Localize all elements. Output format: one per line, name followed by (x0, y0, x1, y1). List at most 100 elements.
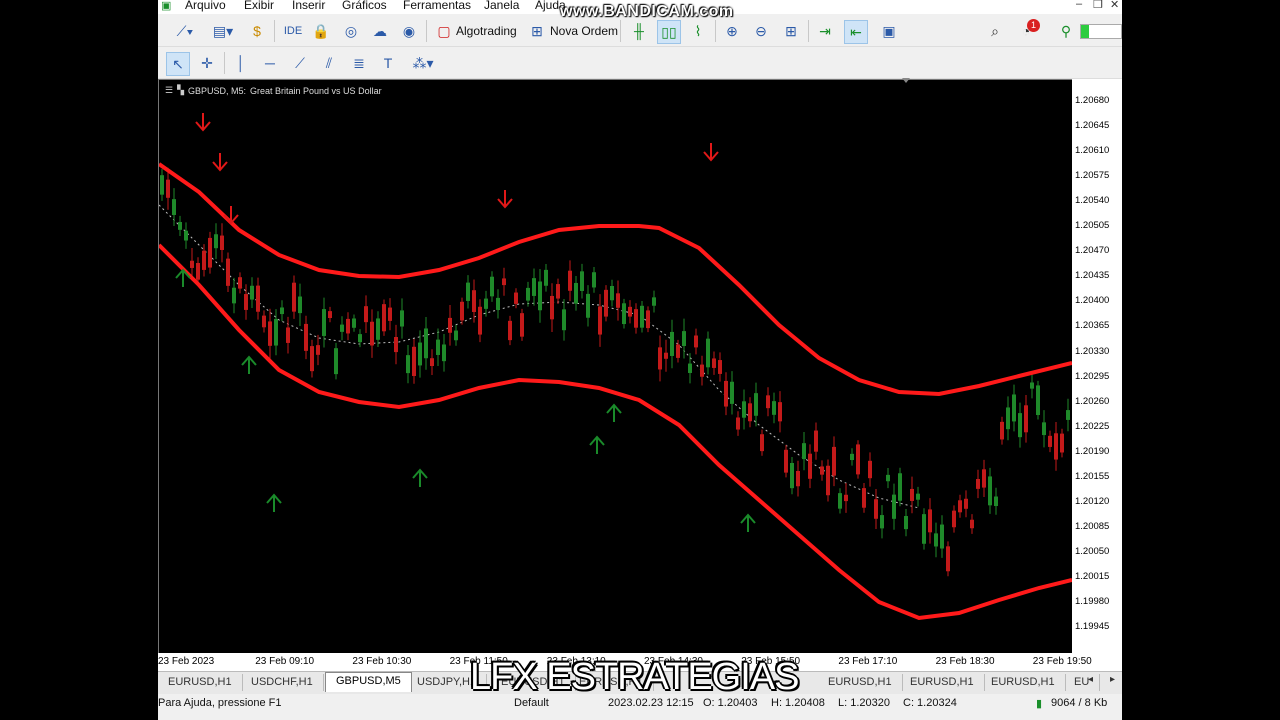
algotrading-button[interactable]: Algotrading (456, 24, 517, 38)
tab-scroll-left-icon[interactable]: ◂ (1088, 674, 1093, 685)
time-label: 23 Feb 2023 (158, 656, 215, 667)
chart-tab[interactable]: EURUSD,H1 (158, 674, 243, 691)
candle-body (172, 199, 176, 215)
candle-body (700, 364, 704, 377)
new-order-button[interactable]: Nova Ordem (550, 24, 618, 38)
candle-body (358, 334, 362, 343)
candle-body (232, 287, 236, 304)
candle-body (772, 401, 776, 415)
ide-button[interactable]: IDE (280, 20, 306, 42)
menu-ferramentas[interactable]: Ferramentas (403, 0, 471, 12)
candle-body (238, 277, 242, 289)
chart-tab[interactable]: EURUSD,H1 (818, 674, 903, 691)
candle-body (694, 335, 698, 348)
candle-body (1060, 433, 1064, 453)
line-chart-icon[interactable]: ⌇ (687, 20, 709, 42)
candle-body (424, 328, 428, 359)
market-icon[interactable]: $ (246, 20, 268, 42)
candle-body (976, 478, 980, 489)
chart-window-icon[interactable]: ▤▾ (206, 20, 240, 42)
chart-tab[interactable]: EU (1064, 674, 1101, 691)
fibonacci-icon[interactable]: ≣ (348, 52, 370, 74)
chart-type-icon[interactable]: ⟋▾ (168, 20, 202, 42)
zoom-out-icon[interactable]: ⊖ (750, 20, 772, 42)
price-label: 1.20120 (1075, 495, 1110, 507)
candle-body (988, 476, 992, 506)
candle-body (556, 284, 560, 299)
minimize-icon[interactable]: – (1076, 0, 1082, 10)
zoom-in-icon[interactable]: ⊕ (721, 20, 743, 42)
price-label: 1.20505 (1075, 220, 1110, 232)
bar-chart-icon[interactable]: ╫ (628, 20, 650, 42)
candle-body (1048, 435, 1052, 447)
candle-body (490, 276, 494, 297)
menu-arquivo[interactable]: Arquivo (185, 0, 226, 12)
channel-icon[interactable]: ⫽ (318, 52, 340, 74)
vps-icon[interactable]: ◉ (398, 20, 420, 42)
candle-body (808, 453, 812, 479)
menu-graficos[interactable]: Gráficos (342, 0, 387, 12)
shapes-icon[interactable]: ⁂▾ (406, 52, 440, 74)
candle-body (586, 293, 590, 318)
shift-marker-icon[interactable] (902, 78, 910, 83)
chart-tab[interactable]: USDCHF,H1 (241, 674, 324, 691)
chart-shift-icon[interactable]: ⇤ (844, 20, 868, 44)
menu-janela[interactable]: Janela (484, 0, 519, 12)
cursor-icon[interactable]: ↖ (166, 52, 190, 76)
watermark: www.BANDICAM.com (560, 3, 734, 20)
chart-tab[interactable]: GBPUSD,M5 (325, 672, 412, 692)
auto-scroll-icon[interactable]: ⇥ (814, 20, 836, 42)
crosshair-icon[interactable]: ✛ (196, 52, 218, 74)
vertical-line-icon[interactable]: │ (230, 52, 252, 74)
horizontal-line-icon[interactable]: ─ (259, 52, 281, 74)
cloud-icon[interactable]: ☁ (369, 20, 391, 42)
chart-tab[interactable]: EURUSD,H1 (900, 674, 985, 691)
search-icon[interactable]: ⌕ (984, 20, 1006, 42)
candle-body (922, 514, 926, 544)
candles-icon[interactable]: ▯▯ (657, 20, 681, 44)
chart-canvas (159, 113, 1072, 621)
tab-scroll-right-icon[interactable]: ▸ (1110, 674, 1115, 685)
time-label: 23 Feb 09:10 (255, 656, 315, 667)
candle-body (850, 453, 854, 461)
metatrader-window: ▣ Arquivo Exibir Inserir Gráficos Ferram… (158, 0, 1122, 720)
candle-body (742, 401, 746, 418)
candle-body (532, 278, 536, 296)
algotrading-icon[interactable]: ▢ (433, 20, 455, 42)
trendline-icon[interactable]: ⟋ (289, 52, 311, 74)
price-label: 1.20680 (1075, 95, 1110, 106)
menu-exibir[interactable]: Exibir (244, 0, 274, 12)
restore-icon[interactable]: ❐ (1093, 0, 1103, 11)
candle-body (724, 380, 728, 407)
close-icon[interactable]: ✕ (1110, 0, 1119, 11)
candle-body (310, 346, 314, 372)
price-label: 1.20645 (1075, 120, 1110, 132)
candle-body (334, 348, 338, 375)
text-tool-icon[interactable]: T (377, 52, 399, 74)
status-help: Para Ajuda, pressione F1 (158, 697, 282, 709)
lock-icon[interactable]: 🔒 (310, 20, 332, 42)
candle-body (364, 306, 368, 323)
candle-body (940, 524, 944, 549)
candle-body (970, 519, 974, 529)
candle-body (298, 296, 302, 314)
candle-body (196, 263, 200, 280)
chart-tab[interactable]: EURUSD,H1 (981, 674, 1066, 691)
menu-inserir[interactable]: Inserir (292, 0, 325, 12)
candle-body (820, 466, 824, 475)
candle-body (766, 395, 770, 409)
candle-body (916, 493, 920, 500)
tile-windows-icon[interactable]: ⊞ (780, 20, 802, 42)
candle-body (496, 297, 500, 310)
new-order-icon[interactable]: ⊞ (526, 20, 548, 42)
app-logo-icon: ▣ (161, 0, 172, 12)
price-label: 1.20330 (1075, 345, 1110, 357)
price-label: 1.20540 (1075, 195, 1110, 207)
price-chart[interactable]: ☰ ▚ GBPUSD, M5: Great Britain Pound vs U… (158, 79, 1073, 654)
candle-body (934, 533, 938, 547)
signal-icon[interactable]: ◎ (340, 20, 362, 42)
candle-body (280, 307, 284, 315)
candle-body (256, 285, 260, 312)
screenshot-icon[interactable]: ▣ (878, 20, 900, 42)
signal-strength-icon: ⚲ (1060, 22, 1072, 39)
